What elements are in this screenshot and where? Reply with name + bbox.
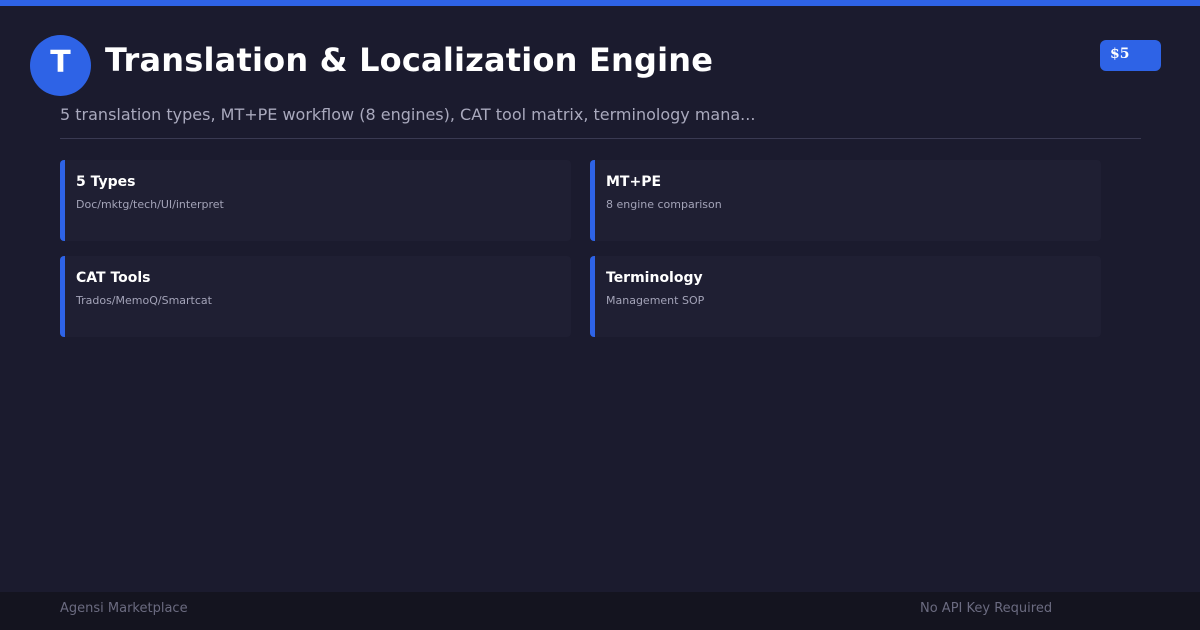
feature-card-title: 5 Types [76, 174, 136, 190]
accent-top-bar [0, 0, 1200, 6]
avatar: T [30, 35, 91, 96]
feature-card-description: Trados/MemoQ/Smartcat [76, 294, 212, 307]
page-title: Translation & Localization Engine [105, 41, 714, 79]
feature-card-title: Terminology [606, 270, 703, 286]
feature-card-description: 8 engine comparison [606, 198, 722, 211]
feature-card-title: MT+PE [606, 174, 662, 190]
footer-note: No API Key Required [920, 601, 1053, 616]
feature-card-description: Doc/mktg/tech/UI/interpret [76, 198, 224, 211]
footer-brand: Agensi Marketplace [60, 601, 188, 616]
page-subtitle: 5 translation types, MT+PE workflow (8 e… [60, 105, 756, 124]
footer: Agensi Marketplace No API Key Required [0, 592, 1200, 630]
feature-card-cat-tools: CAT Tools Trados/MemoQ/Smartcat [60, 256, 571, 337]
feature-card-types: 5 Types Doc/mktg/tech/UI/interpret [60, 160, 571, 241]
price-badge: $5 [1100, 40, 1161, 71]
feature-card-terminology: Terminology Management SOP [590, 256, 1101, 337]
price-label: $5 [1110, 46, 1130, 62]
page: T Translation & Localization Engine $5 5… [0, 0, 1200, 630]
feature-card-description: Management SOP [606, 294, 705, 307]
feature-card-title: CAT Tools [76, 270, 151, 286]
divider [60, 138, 1141, 139]
feature-card-mtpe: MT+PE 8 engine comparison [590, 160, 1101, 241]
avatar-letter: T [50, 45, 71, 80]
